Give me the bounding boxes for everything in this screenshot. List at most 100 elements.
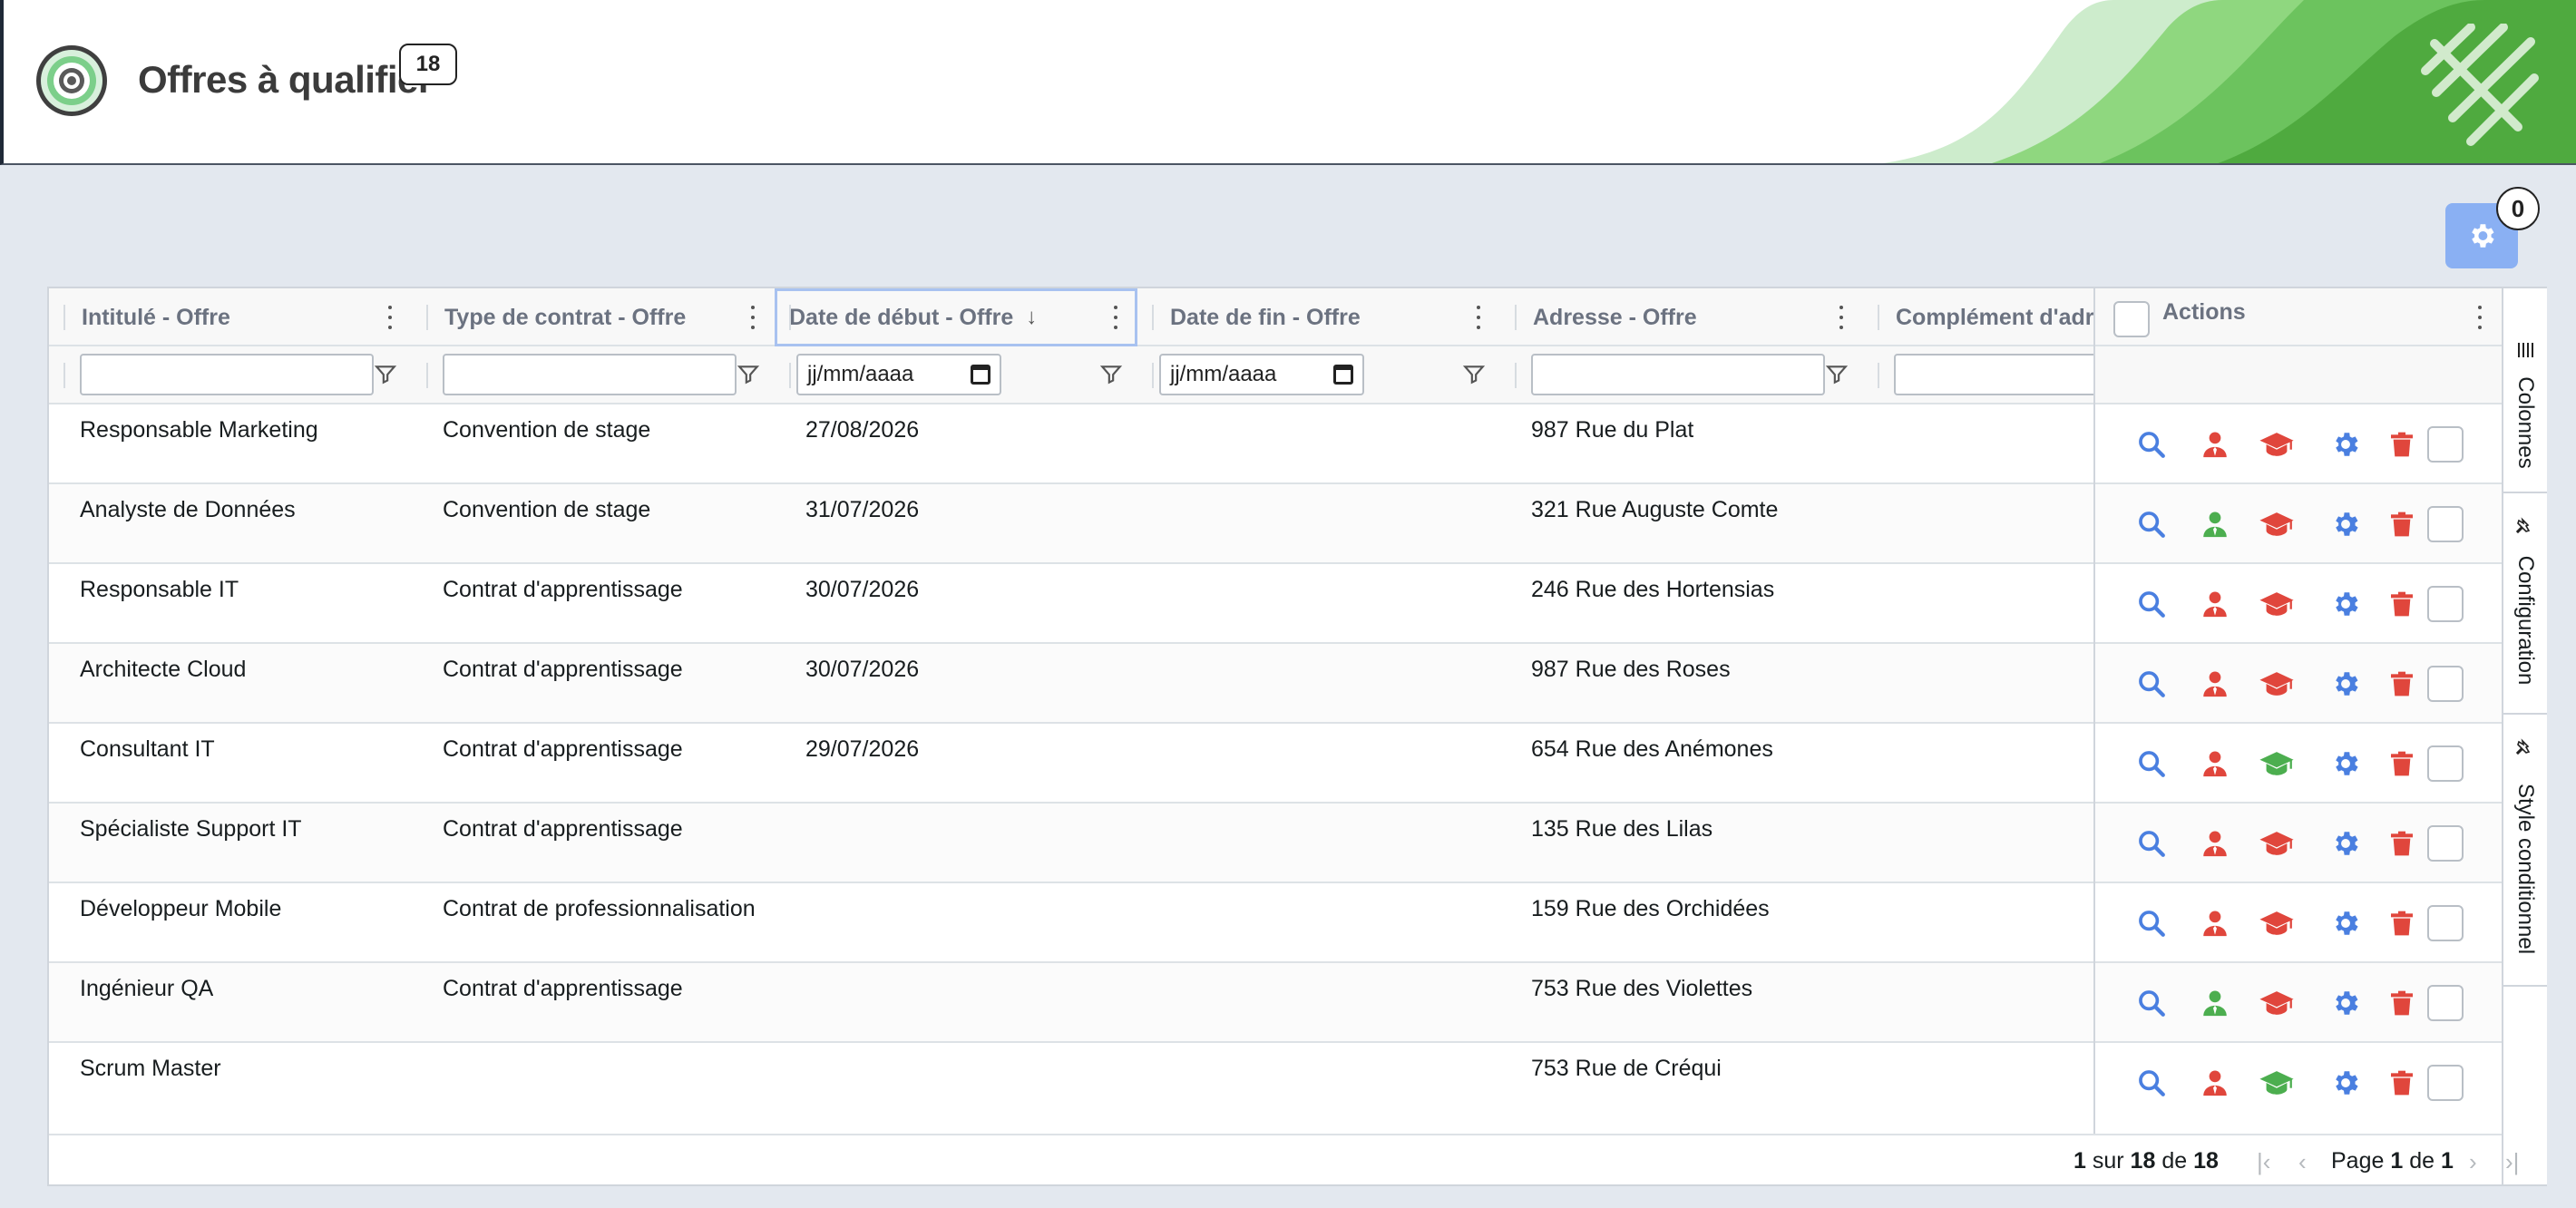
prev-page-icon[interactable]: ‹: [2298, 1148, 2307, 1176]
last-page-icon[interactable]: ›|: [2505, 1148, 2519, 1176]
view-search-icon[interactable]: [2133, 666, 2170, 702]
table-row[interactable]: Analyste de Données Convention de stage 31…: [49, 484, 2093, 564]
row-select-checkbox[interactable]: [2427, 985, 2464, 1021]
delete-trash-icon[interactable]: [2384, 1065, 2420, 1101]
row-select-checkbox[interactable]: [2427, 666, 2464, 702]
column-menu-icon[interactable]: [381, 303, 399, 332]
table-row[interactable]: Scrum Master 753 Rue de Créqui: [49, 1043, 2093, 1132]
column-menu-icon[interactable]: [1469, 303, 1488, 332]
actions-row: [2095, 804, 2502, 883]
table-row[interactable]: Consultant IT Contrat d'apprentissage 29/0…: [49, 724, 2093, 804]
first-page-icon[interactable]: |‹: [2257, 1148, 2270, 1176]
column-menu-icon[interactable]: [1832, 303, 1850, 332]
column-header-date-debut[interactable]: Date de début - Offre ↓: [775, 288, 1137, 346]
row-select-checkbox[interactable]: [2427, 825, 2464, 862]
training-cap-icon[interactable]: [2259, 426, 2295, 463]
training-cap-icon[interactable]: [2259, 1065, 2295, 1101]
column-menu-icon[interactable]: [744, 303, 762, 332]
view-search-icon[interactable]: [2133, 745, 2170, 782]
table-row[interactable]: Responsable IT Contrat d'apprentissage 30/…: [49, 564, 2093, 644]
candidate-person-icon[interactable]: [2197, 426, 2233, 463]
delete-trash-icon[interactable]: [2384, 666, 2420, 702]
settings-gear-icon[interactable]: [2327, 586, 2364, 622]
row-select-checkbox[interactable]: [2427, 905, 2464, 941]
candidate-person-icon[interactable]: [2197, 745, 2233, 782]
row-select-checkbox[interactable]: [2427, 1065, 2464, 1101]
filter-input-type-contrat[interactable]: [443, 354, 737, 395]
training-cap-icon[interactable]: [2259, 506, 2295, 542]
row-select-checkbox[interactable]: [2427, 506, 2464, 542]
filter-date-fin[interactable]: jj/mm/aaaa: [1159, 354, 1364, 395]
settings-gear-icon[interactable]: [2327, 825, 2364, 862]
filter-date-debut[interactable]: jj/mm/aaaa: [796, 354, 1001, 395]
view-search-icon[interactable]: [2133, 586, 2170, 622]
table-row[interactable]: Ingénieur QA Contrat d'apprentissage 753 R…: [49, 963, 2093, 1043]
calendar-icon[interactable]: [1333, 365, 1353, 385]
settings-gear-icon[interactable]: [2327, 506, 2364, 542]
training-cap-icon[interactable]: [2259, 905, 2295, 941]
table-row[interactable]: Responsable Marketing Convention de stage…: [49, 404, 2093, 484]
filter-icon[interactable]: [1099, 363, 1123, 386]
view-search-icon[interactable]: [2133, 825, 2170, 862]
view-search-icon[interactable]: [2133, 905, 2170, 941]
cell-type: Contrat de professionnalisation: [443, 896, 756, 921]
filter-icon[interactable]: [1462, 363, 1486, 386]
column-header-adresse[interactable]: Adresse - Offre: [1500, 288, 1863, 346]
filter-icon[interactable]: [737, 363, 760, 386]
settings-gear-icon[interactable]: [2327, 1065, 2364, 1101]
row-select-checkbox[interactable]: [2427, 745, 2464, 782]
settings-gear-icon[interactable]: [2327, 426, 2364, 463]
column-menu-icon[interactable]: [1107, 303, 1125, 332]
candidate-person-icon[interactable]: [2197, 666, 2233, 702]
select-all-checkbox[interactable]: [2113, 301, 2150, 337]
delete-trash-icon[interactable]: [2384, 825, 2420, 862]
candidate-person-icon[interactable]: [2197, 586, 2233, 622]
delete-trash-icon[interactable]: [2384, 985, 2420, 1021]
column-header-date-fin[interactable]: Date de fin - Offre: [1137, 288, 1500, 346]
column-header-complement[interactable]: Complément d'adr: [1863, 288, 2093, 346]
training-cap-icon[interactable]: [2259, 586, 2295, 622]
candidate-person-icon[interactable]: [2197, 905, 2233, 941]
cell-intitule: Ingénieur QA: [80, 976, 214, 1001]
tab-style-conditionnel[interactable]: Style conditionnel: [2503, 715, 2547, 987]
table-row[interactable]: Développeur Mobile Contrat de professionn…: [49, 883, 2093, 963]
view-search-icon[interactable]: [2133, 1065, 2170, 1101]
column-menu-icon[interactable]: [2471, 303, 2489, 332]
tab-colonnes[interactable]: Colonnes: [2503, 288, 2547, 493]
delete-trash-icon[interactable]: [2384, 426, 2420, 463]
candidate-person-icon[interactable]: [2197, 1065, 2233, 1101]
next-page-icon[interactable]: ›: [2469, 1148, 2477, 1176]
candidate-person-icon[interactable]: [2197, 825, 2233, 862]
settings-gear-icon[interactable]: [2327, 666, 2364, 702]
training-cap-icon[interactable]: [2259, 666, 2295, 702]
delete-trash-icon[interactable]: [2384, 586, 2420, 622]
training-cap-icon[interactable]: [2259, 985, 2295, 1021]
table-row[interactable]: Spécialiste Support IT Contrat d'apprenti…: [49, 804, 2093, 883]
filter-icon[interactable]: [374, 363, 397, 386]
delete-trash-icon[interactable]: [2384, 905, 2420, 941]
filter-input-adresse[interactable]: [1531, 354, 1825, 395]
training-cap-icon[interactable]: [2259, 745, 2295, 782]
settings-gear-icon[interactable]: [2327, 745, 2364, 782]
delete-trash-icon[interactable]: [2384, 506, 2420, 542]
row-select-checkbox[interactable]: [2427, 426, 2464, 463]
tab-configuration[interactable]: Configuration: [2503, 493, 2547, 715]
filter-input-intitule[interactable]: [80, 354, 374, 395]
filter-input-complement[interactable]: [1894, 354, 2093, 395]
view-search-icon[interactable]: [2133, 506, 2170, 542]
settings-gear-icon[interactable]: [2327, 905, 2364, 941]
column-header-intitule[interactable]: Intitulé - Offre: [49, 288, 412, 346]
row-select-checkbox[interactable]: [2427, 586, 2464, 622]
column-header-type-contrat[interactable]: Type de contrat - Offre: [412, 288, 775, 346]
settings-gear-icon[interactable]: [2327, 985, 2364, 1021]
filter-icon[interactable]: [1825, 363, 1849, 386]
candidate-person-icon[interactable]: [2197, 506, 2233, 542]
view-search-icon[interactable]: [2133, 426, 2170, 463]
candidate-person-icon[interactable]: [2197, 985, 2233, 1021]
view-search-icon[interactable]: [2133, 985, 2170, 1021]
calendar-icon[interactable]: [971, 365, 990, 385]
training-cap-icon[interactable]: [2259, 825, 2295, 862]
table-row[interactable]: Architecte Cloud Contrat d'apprentissage 3…: [49, 644, 2093, 724]
delete-trash-icon[interactable]: [2384, 745, 2420, 782]
row-de: de: [2161, 1148, 2188, 1174]
